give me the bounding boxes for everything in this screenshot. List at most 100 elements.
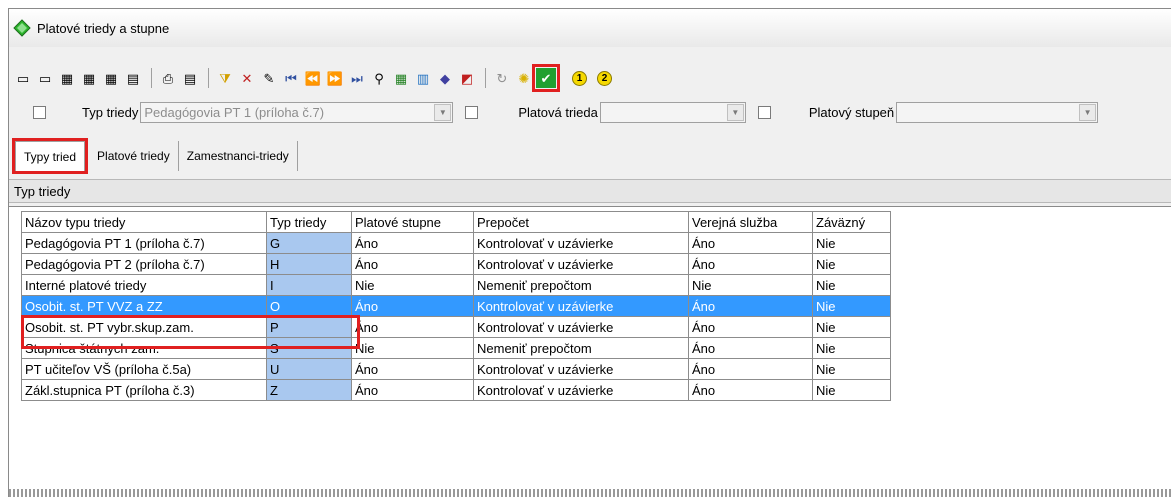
table-row[interactable]: Pedagógovia PT 1 (príloha č.7) G Áno Kon… (21, 232, 891, 254)
cell-typ[interactable]: O (266, 295, 352, 317)
refresh-icon[interactable]: ↻ (492, 68, 512, 88)
step-two-icon[interactable]: 2 (597, 70, 612, 86)
tab-platove-triedy[interactable]: Platové triedy (89, 141, 179, 171)
cell-stupne[interactable]: Nie (351, 337, 474, 359)
cell-nazov[interactable]: Stupnica štátnych zam. (21, 337, 267, 359)
filter-icon[interactable]: ⧩ (215, 68, 235, 88)
cell-stupne[interactable]: Áno (351, 358, 474, 380)
column-header[interactable]: Názov typu triedy (21, 211, 267, 233)
cell-zavazny[interactable]: Nie (812, 379, 891, 401)
cell-typ[interactable]: I (266, 274, 352, 296)
nav-last-icon[interactable]: ⏭ (347, 68, 367, 88)
preview-icon[interactable]: ▤ (180, 68, 200, 88)
cell-typ[interactable]: P (266, 316, 352, 338)
cell-verejna[interactable]: Nie (688, 274, 813, 296)
table-row[interactable]: Pedagógovia PT 2 (príloha č.7) H Áno Kon… (21, 253, 891, 275)
cell-verejna[interactable]: Áno (688, 232, 813, 254)
cell-prepocet[interactable]: Kontrolovať v uzávierke (473, 316, 689, 338)
copy-icon[interactable]: ◩ (457, 68, 477, 88)
cell-verejna[interactable]: Áno (688, 253, 813, 275)
table-delete-icon[interactable]: ▤ (123, 68, 143, 88)
table-icon[interactable]: ▦ (57, 68, 77, 88)
table-row[interactable]: PT učiteľov VŠ (príloha č.5a) U Áno Kont… (21, 358, 891, 380)
book-icon[interactable]: ◆ (435, 68, 455, 88)
cell-zavazny[interactable]: Nie (812, 358, 891, 380)
cell-zavazny[interactable]: Nie (812, 274, 891, 296)
nav-first-icon[interactable]: ⏮ (281, 68, 301, 88)
table-row[interactable]: Interné platové triedy I Nie Nemeniť pre… (21, 274, 891, 296)
cell-typ[interactable]: Z (266, 379, 352, 401)
cell-stupne[interactable]: Áno (351, 316, 474, 338)
grid-header-row: Názov typu triedy Typ triedy Platové stu… (21, 211, 891, 233)
lightbulb-icon[interactable]: ✺ (514, 68, 534, 88)
table-row[interactable]: Osobit. st. PT vybr.skup.zam. P Áno Kont… (21, 316, 891, 338)
cell-nazov[interactable]: Pedagógovia PT 1 (príloha č.7) (21, 232, 267, 254)
first-record-icon[interactable]: ▭ (13, 68, 33, 88)
nav-prev-icon[interactable]: ⏪ (303, 68, 323, 88)
cell-verejna[interactable]: Áno (688, 295, 813, 317)
cell-prepocet[interactable]: Kontrolovať v uzávierke (473, 295, 689, 317)
cell-stupne[interactable]: Áno (351, 379, 474, 401)
cell-verejna[interactable]: Áno (688, 358, 813, 380)
cell-stupne[interactable]: Nie (351, 274, 474, 296)
chart-icon[interactable]: ▥ (413, 68, 433, 88)
filter-clear-icon[interactable]: ✕ (237, 68, 257, 88)
tab-zamestnanci-triedy[interactable]: Zamestnanci-triedy (179, 141, 298, 171)
cell-nazov[interactable]: Pedagógovia PT 2 (príloha č.7) (21, 253, 267, 275)
cell-verejna[interactable]: Áno (688, 337, 813, 359)
cell-prepocet[interactable]: Nemeniť prepočtom (473, 274, 689, 296)
table-add-icon[interactable]: ▦ (101, 68, 121, 88)
step-one-icon[interactable]: 1 (572, 70, 587, 86)
cell-zavazny[interactable]: Nie (812, 253, 891, 275)
column-header[interactable]: Typ triedy (266, 211, 352, 233)
table-edit-icon[interactable]: ▦ (79, 68, 99, 88)
chevron-down-icon[interactable]: ▼ (726, 103, 744, 121)
calendar-icon[interactable]: ▦ (391, 68, 411, 88)
cell-zavazny[interactable]: Nie (812, 316, 891, 338)
cell-nazov[interactable]: PT učiteľov VŠ (príloha č.5a) (21, 358, 267, 380)
cell-nazov[interactable]: Zákl.stupnica PT (príloha č.3) (21, 379, 267, 401)
cell-zavazny[interactable]: Nie (812, 295, 891, 317)
check-green-icon[interactable]: ✔ (532, 64, 560, 92)
chevron-down-icon[interactable]: ▼ (434, 103, 452, 121)
filter-edit-icon[interactable]: ✎ (259, 68, 279, 88)
typ-filter-checkbox[interactable] (33, 105, 46, 119)
cell-prepocet[interactable]: Kontrolovať v uzávierke (473, 253, 689, 275)
cell-nazov[interactable]: Interné platové triedy (21, 274, 267, 296)
cell-stupne[interactable]: Áno (351, 232, 474, 254)
prev-record-icon[interactable]: ▭ (35, 68, 55, 88)
cell-typ[interactable]: S (266, 337, 352, 359)
cell-zavazny[interactable]: Nie (812, 232, 891, 254)
typ-filter-select[interactable]: Pedagógovia PT 1 (príloha č.7) ▼ (140, 101, 454, 123)
cell-typ[interactable]: G (266, 232, 352, 254)
table-row[interactable]: Zákl.stupnica PT (príloha č.3) Z Áno Kon… (21, 379, 891, 401)
cell-typ[interactable]: U (266, 358, 352, 380)
chevron-down-icon[interactable]: ▼ (1079, 103, 1097, 121)
cell-verejna[interactable]: Áno (688, 379, 813, 401)
trieda-filter-checkbox[interactable] (465, 105, 479, 119)
column-header[interactable]: Platové stupne (351, 211, 474, 233)
nav-next-icon[interactable]: ⏩ (325, 68, 345, 88)
print-icon[interactable]: ⎙ (158, 68, 178, 88)
cell-verejna[interactable]: Áno (688, 316, 813, 338)
stupen-filter-select[interactable]: ▼ (896, 101, 1099, 123)
trieda-filter-select[interactable]: ▼ (599, 101, 746, 123)
column-header[interactable]: Prepočet (473, 211, 689, 233)
cell-nazov[interactable]: Osobit. st. PT vybr.skup.zam. (21, 316, 267, 338)
cell-prepocet[interactable]: Nemeniť prepočtom (473, 337, 689, 359)
column-header[interactable]: Záväzný (812, 211, 891, 233)
cell-typ[interactable]: H (266, 253, 352, 275)
column-header[interactable]: Verejná služba (688, 211, 813, 233)
cell-prepocet[interactable]: Kontrolovať v uzávierke (473, 232, 689, 254)
cell-stupne[interactable]: Áno (351, 295, 474, 317)
cell-prepocet[interactable]: Kontrolovať v uzávierke (473, 358, 689, 380)
tab-typy-tried[interactable]: Typy tried (11, 138, 89, 174)
cell-stupne[interactable]: Áno (351, 253, 474, 275)
search-icon[interactable]: ⚲ (369, 68, 389, 88)
stupen-filter-checkbox[interactable] (757, 105, 771, 119)
table-row-selected[interactable]: Osobit. st. PT VVZ a ZZ O Áno Kontrolova… (21, 295, 891, 317)
cell-zavazny[interactable]: Nie (812, 337, 891, 359)
table-row[interactable]: Stupnica štátnych zam. S Nie Nemeniť pre… (21, 337, 891, 359)
cell-prepocet[interactable]: Kontrolovať v uzávierke (473, 379, 689, 401)
cell-nazov[interactable]: Osobit. st. PT VVZ a ZZ (21, 295, 267, 317)
